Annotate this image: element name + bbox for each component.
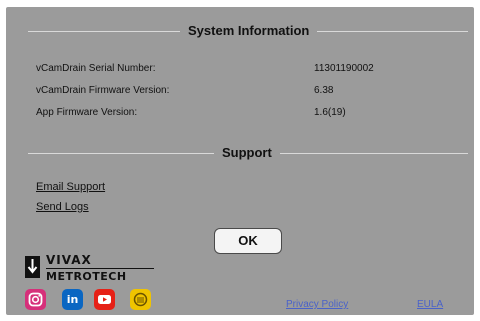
system-info-panel: System Information vCamDrain Serial Numb… xyxy=(6,7,474,315)
linkedin-icon[interactable]: in xyxy=(62,289,83,310)
firmware-version-label: vCamDrain Firmware Version: xyxy=(36,85,170,96)
ok-button[interactable]: OK xyxy=(214,228,282,254)
serial-number-value: 11301190002 xyxy=(314,63,374,74)
eula-link[interactable]: EULA xyxy=(417,299,443,310)
firmware-version-value: 6.38 xyxy=(314,85,334,96)
serial-number-label: vCamDrain Serial Number: xyxy=(36,63,156,74)
instagram-icon[interactable] xyxy=(25,289,46,310)
system-info-title: System Information xyxy=(180,23,318,38)
send-logs-link[interactable]: Send Logs xyxy=(36,201,89,213)
app-firmware-label: App Firmware Version: xyxy=(36,107,138,118)
vivax-metrotech-logo: VIVAX METROTECH xyxy=(23,253,158,283)
youtube-icon[interactable] xyxy=(94,289,115,310)
email-support-link[interactable]: Email Support xyxy=(36,181,105,193)
app-firmware-value: 1.6(19) xyxy=(314,107,346,118)
logo-mark-icon xyxy=(25,256,40,278)
privacy-policy-link[interactable]: Privacy Policy xyxy=(286,299,348,310)
logo-underline xyxy=(46,268,154,269)
brand-line1: VIVAX xyxy=(46,253,92,267)
support-title: Support xyxy=(214,145,280,160)
vivax-app-icon[interactable] xyxy=(130,289,151,310)
brand-line2: METROTECH xyxy=(46,270,127,283)
